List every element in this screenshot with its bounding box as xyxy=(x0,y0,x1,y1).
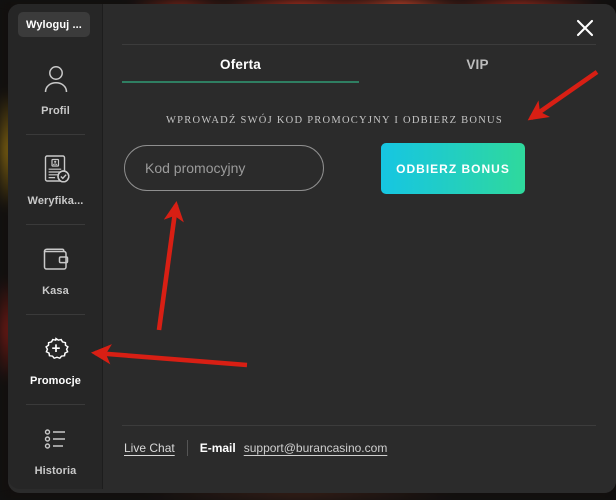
support-email-link[interactable]: support@burancasino.com xyxy=(244,441,388,455)
close-icon xyxy=(573,16,597,43)
sidebar-item-label: Profil xyxy=(41,104,70,117)
logout-button[interactable]: Wyloguj ... xyxy=(18,12,90,37)
footer-divider xyxy=(122,425,596,426)
footer-separator xyxy=(186,440,188,456)
claim-bonus-button[interactable]: ODBIERZ BONUS xyxy=(381,143,525,194)
sidebar-item-label: Weryfika... xyxy=(27,194,84,207)
screen: Wyloguj ... Profil Weryfika... Kasa Prom… xyxy=(0,0,616,500)
promotions-tabs: Oferta VIP xyxy=(122,45,596,83)
email-label: E-mail xyxy=(199,441,236,455)
promo-code-input[interactable] xyxy=(124,145,324,191)
close-button[interactable] xyxy=(570,14,600,44)
user-icon xyxy=(39,62,73,96)
sidebar-item-label: Historia xyxy=(34,464,77,477)
plus-badge-icon xyxy=(39,332,73,366)
promotions-panel: Oferta VIP WPROWADŹ SWÓJ KOD PROMOCYJNY … xyxy=(104,4,616,493)
sidebar-item-profil[interactable]: Profil xyxy=(8,44,103,134)
tab-vip[interactable]: VIP xyxy=(359,45,596,83)
account-sidebar: Wyloguj ... Profil Weryfika... Kasa Prom… xyxy=(8,4,103,489)
sidebar-item-label: Promocje xyxy=(30,374,81,387)
live-chat-link[interactable]: Live Chat xyxy=(124,441,175,455)
wallet-icon xyxy=(39,242,73,276)
sidebar-item-promocje[interactable]: Promocje xyxy=(8,314,103,404)
sidebar-item-kasa[interactable]: Kasa xyxy=(8,224,103,314)
promo-code-heading: WPROWADŹ SWÓJ KOD PROMOCYJNY I ODBIERZ B… xyxy=(166,115,503,126)
document-check-icon xyxy=(39,152,73,186)
tab-oferta[interactable]: Oferta xyxy=(122,45,359,83)
sidebar-nav: Profil Weryfika... Kasa Promocje Histori… xyxy=(8,44,103,494)
sidebar-item-historia[interactable]: Historia xyxy=(8,404,103,494)
list-icon xyxy=(39,422,73,456)
sidebar-item-weryfikacja[interactable]: Weryfika... xyxy=(8,134,103,224)
support-footer: Live Chat E-mail support@burancasino.com xyxy=(124,438,387,458)
sidebar-item-label: Kasa xyxy=(42,284,69,297)
